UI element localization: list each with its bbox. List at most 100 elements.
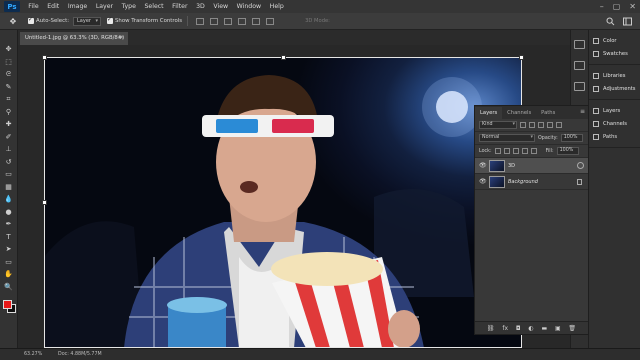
type-tool-icon[interactable]: T [2,232,16,243]
history-brush-tool-icon[interactable]: ↺ [2,157,16,168]
panel-adjustments[interactable]: Adjustments [589,82,640,95]
panel-adjustments-label: Adjustments [603,85,636,92]
auto-select-dropdown[interactable]: Layer [73,16,102,26]
menu-select[interactable]: Select [140,0,168,13]
maximize-button[interactable]: ▢ [613,2,621,11]
auto-select-checkbox[interactable] [28,16,34,24]
fx-icon[interactable]: fx [502,325,508,332]
menu-image[interactable]: Image [64,0,92,13]
lock-image-icon[interactable] [503,148,510,154]
layer-name: Background [508,178,538,185]
align-middle-icon[interactable] [210,17,219,25]
filter-shape-icon[interactable] [547,122,553,128]
photoshop-logo: Ps [4,1,20,12]
lock-transparent-icon[interactable] [494,148,501,154]
filter-pixel-icon[interactable] [520,122,526,128]
pen-tool-icon[interactable]: ✒ [2,219,16,230]
document-tab[interactable]: Untitled-1.jpg @ 63.3% (3D, RGB/8#) * × [20,32,128,54]
panel-swatches[interactable]: Swatches [589,47,640,60]
eyedropper-tool-icon[interactable]: ⚲ [2,107,16,118]
search-icon[interactable] [606,17,615,26]
menu-layer[interactable]: Layer [92,0,118,13]
visibility-eye-icon[interactable]: 👁 [479,162,487,169]
path-selection-tool-icon[interactable]: ➤ [2,244,16,255]
lock-position-icon[interactable] [512,148,519,154]
swatches-icon [593,50,599,57]
menu-window[interactable]: Window [232,0,265,13]
menu-view[interactable]: View [209,0,232,13]
align-top-icon[interactable] [196,17,205,25]
healing-brush-tool-icon[interactable]: ✚ [2,119,16,130]
panel-color[interactable]: Color [589,34,640,47]
lock-artboard-icon[interactable] [521,148,528,154]
blend-mode-dropdown[interactable]: Normal [479,134,535,142]
minimize-button[interactable]: – [600,2,604,11]
close-document-icon[interactable]: × [120,32,124,45]
zoom-level[interactable]: 63.27% [0,352,42,357]
filter-kind-dropdown[interactable]: Kind [479,121,517,129]
layer-row-background[interactable]: 👁 Background [475,174,588,190]
workspace-icon[interactable] [623,17,632,26]
properties-icon[interactable] [574,61,585,70]
move-tool-icon[interactable]: ✥ [2,44,16,55]
menu-type[interactable]: Type [117,0,140,13]
layers-icon [593,107,599,114]
folder-icon[interactable]: ▬ [541,325,547,332]
new-layer-icon[interactable]: ▣ [555,325,561,332]
mask-icon[interactable]: ◘ [516,325,521,332]
lock-icon [577,178,582,185]
visibility-eye-icon[interactable]: 👁 [479,178,487,185]
opacity-input[interactable]: 100% [560,134,583,142]
layer-row-3d[interactable]: 👁 3D [475,158,588,174]
tab-paths[interactable]: Paths [536,107,560,119]
menu-file[interactable]: File [24,0,43,13]
menu-help[interactable]: Help [265,0,288,13]
quick-select-tool-icon[interactable]: ✎ [2,82,16,93]
panel-paths[interactable]: Paths [589,130,640,143]
fill-input[interactable]: 100% [556,147,579,155]
document-tab-bar: Untitled-1.jpg @ 63.3% (3D, RGB/8#) * × [18,30,570,54]
trash-icon[interactable]: 🗑 [568,325,576,332]
crop-tool-icon[interactable]: ⌗ [2,94,16,105]
panel-layers[interactable]: Layers [589,104,640,117]
brush-presets-icon[interactable] [574,82,585,91]
tab-channels[interactable]: Channels [502,107,536,119]
doc-size-info[interactable]: Doc: 4.88M/5.77M [40,352,102,357]
shape-tool-icon[interactable]: ▭ [2,257,16,268]
gradient-tool-icon[interactable]: ▦ [2,182,16,193]
filter-smart-object-icon[interactable] [556,122,562,128]
panel-channels[interactable]: Channels [589,117,640,130]
move-tool-icon[interactable]: ✥ [4,15,22,28]
menu-filter[interactable]: Filter [168,0,192,13]
clone-stamp-tool-icon[interactable]: ⊥ [2,144,16,155]
align-right-icon[interactable] [266,17,275,25]
hand-tool-icon[interactable]: ✋ [2,269,16,280]
close-window-button[interactable]: ✕ [629,2,636,11]
history-icon[interactable] [574,40,585,49]
show-transform-checkbox[interactable] [107,16,114,24]
panel-libraries[interactable]: Libraries [589,69,640,82]
lasso-tool-icon[interactable]: ᘓ [2,69,16,80]
brush-tool-icon[interactable]: ✐ [2,132,16,143]
filter-type-icon[interactable] [538,122,544,128]
align-left-icon[interactable] [238,17,247,25]
zoom-tool-icon[interactable]: 🔍 [2,282,16,293]
link-icon[interactable]: ⛓ [487,325,495,332]
tab-layers[interactable]: Layers [475,107,503,119]
panel-menu-icon[interactable]: ≡ [580,108,585,115]
align-center-icon[interactable] [252,17,261,25]
adjustment-icon[interactable]: ◐ [528,325,533,332]
menu-edit[interactable]: Edit [43,0,64,13]
blur-tool-icon[interactable]: 💧 [2,194,16,205]
color-icon [593,37,599,44]
layer-name: 3D [508,162,516,169]
dodge-tool-icon[interactable]: ● [2,207,16,218]
canvas-photo[interactable] [44,57,522,348]
lock-all-icon[interactable] [530,148,537,154]
foreground-color-swatch[interactable] [3,300,12,309]
eraser-tool-icon[interactable]: ▭ [2,169,16,180]
filter-adjustment-icon[interactable] [529,122,535,128]
align-bottom-icon[interactable] [224,17,233,25]
marquee-tool-icon[interactable]: ⬚ [2,57,16,68]
menu-3d[interactable]: 3D [192,0,209,13]
